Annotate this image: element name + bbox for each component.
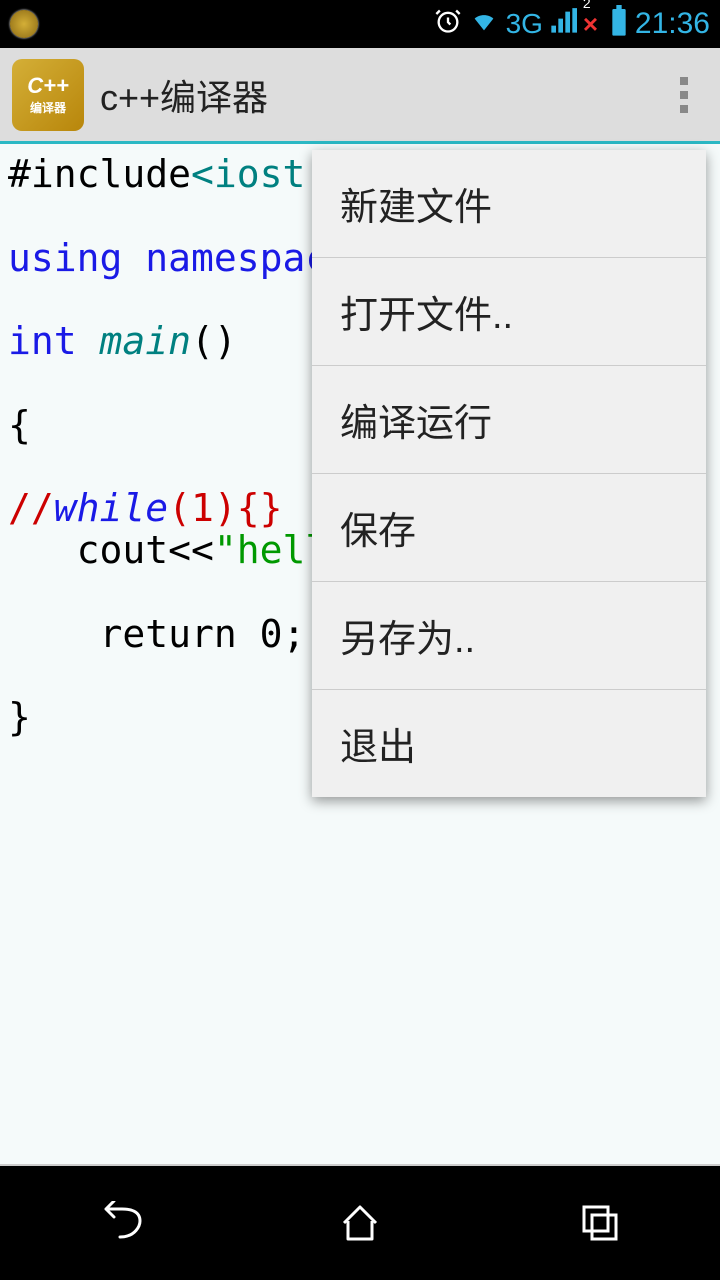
menu-item-save[interactable]: 保存 xyxy=(312,474,706,582)
alarm-icon xyxy=(434,7,462,42)
navigation-bar xyxy=(0,1166,720,1280)
recent-apps-button[interactable] xyxy=(560,1193,640,1253)
menu-item-compile-run[interactable]: 编译运行 xyxy=(312,366,706,474)
app-icon: C++ 编译器 xyxy=(12,59,84,131)
overflow-menu-button[interactable] xyxy=(660,71,708,119)
menu-item-new-file[interactable]: 新建文件 xyxy=(312,150,706,258)
status-bar: 3G 2 × 21:36 xyxy=(0,0,720,48)
signal-icon xyxy=(549,7,577,42)
app-indicator-icon xyxy=(10,10,38,38)
sim-indicator: 2 × xyxy=(583,9,603,40)
clock: 21:36 xyxy=(635,7,710,41)
wifi-icon xyxy=(468,7,500,42)
menu-item-open-file[interactable]: 打开文件.. xyxy=(312,258,706,366)
app-bar: C++ 编译器 c++编译器 xyxy=(0,48,720,144)
menu-item-exit[interactable]: 退出 xyxy=(312,690,706,797)
dropdown-menu: 新建文件 打开文件.. 编译运行 保存 另存为.. 退出 xyxy=(312,150,706,797)
network-type: 3G xyxy=(506,8,543,40)
home-button[interactable] xyxy=(320,1193,400,1253)
battery-icon xyxy=(609,5,629,44)
app-title: c++编译器 xyxy=(100,69,660,121)
menu-item-save-as[interactable]: 另存为.. xyxy=(312,582,706,690)
back-button[interactable] xyxy=(80,1193,160,1253)
